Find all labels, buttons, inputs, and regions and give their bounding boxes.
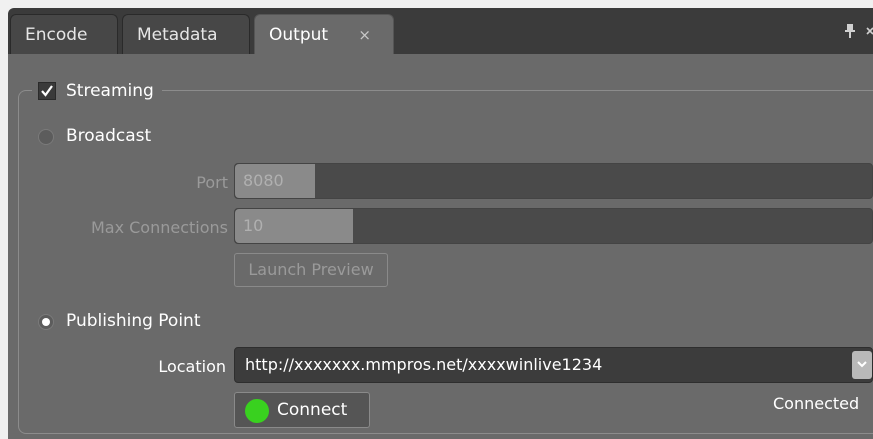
location-label: Location <box>158 357 226 376</box>
tab-encode[interactable]: Encode <box>10 14 118 54</box>
output-panel: Streaming Broadcast Port 8080 Max Connec… <box>8 54 873 439</box>
port-label: Port <box>196 173 228 192</box>
launch-preview-button[interactable]: Launch Preview <box>234 253 388 287</box>
connect-button[interactable]: Connect <box>234 392 370 428</box>
tab-close-icon[interactable]: × <box>358 15 371 55</box>
port-field[interactable]: 8080 <box>234 163 873 199</box>
location-dropdown[interactable]: http://xxxxxxx.mmpros.net/xxxxwinlive123… <box>234 347 873 383</box>
check-icon <box>41 85 53 97</box>
connection-indicator-icon <box>245 399 269 423</box>
connection-status-text: Connected <box>773 394 860 413</box>
publishing-point-radio[interactable] <box>38 314 54 330</box>
tab-strip: Encode Metadata Output × <box>8 8 873 54</box>
broadcast-label: Broadcast <box>66 126 152 146</box>
publishing-point-label: Publishing Point <box>66 311 201 331</box>
close-icon[interactable] <box>865 24 873 38</box>
broadcast-radio[interactable] <box>38 129 54 145</box>
tab-output[interactable]: Output × <box>254 14 394 54</box>
streaming-toggle[interactable]: Streaming <box>32 78 162 104</box>
encoder-window: Encode Metadata Output × Streaming Broad… <box>0 0 873 439</box>
location-dropdown-button[interactable] <box>852 351 872 379</box>
location-value: http://xxxxxxx.mmpros.net/xxxxwinlive123… <box>245 355 603 374</box>
tab-metadata-label: Metadata <box>137 25 218 45</box>
port-input[interactable]: 8080 <box>235 164 315 198</box>
max-connections-input[interactable]: 10 <box>235 209 353 243</box>
tab-metadata[interactable]: Metadata <box>122 14 250 54</box>
max-connections-field[interactable]: 10 <box>234 208 873 244</box>
connect-label: Connect <box>277 400 348 420</box>
chevron-down-icon <box>857 361 867 368</box>
pin-icon[interactable] <box>845 24 855 38</box>
streaming-label: Streaming <box>66 81 154 101</box>
tab-encode-label: Encode <box>25 25 88 45</box>
streaming-checkbox[interactable] <box>38 82 56 100</box>
tab-output-label: Output <box>269 25 329 45</box>
max-connections-label: Max Connections <box>90 218 228 237</box>
